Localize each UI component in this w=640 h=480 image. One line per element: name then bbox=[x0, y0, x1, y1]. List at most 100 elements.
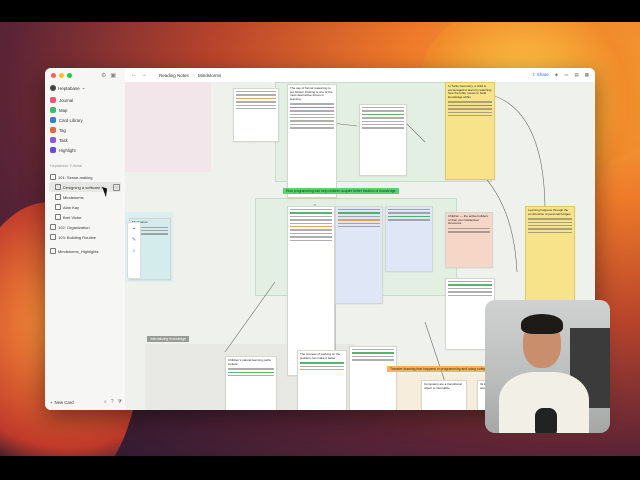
card-title: The process of working on the problem ca… bbox=[300, 352, 341, 360]
workspace-avatar bbox=[50, 85, 56, 91]
workspace-switcher[interactable]: Heptabase ⌄ bbox=[50, 85, 86, 91]
nav-item-card-library[interactable]: Card Library bbox=[49, 115, 121, 125]
text-line bbox=[352, 355, 394, 358]
text-line bbox=[290, 232, 332, 235]
section-title-banner[interactable]: How programming can help children acquir… bbox=[283, 188, 399, 194]
text-line bbox=[448, 287, 492, 290]
text-line bbox=[362, 120, 404, 122]
search-icon[interactable]: ⌕ bbox=[104, 399, 107, 405]
card[interactable] bbox=[335, 206, 383, 304]
microphone bbox=[535, 408, 557, 433]
nav-item-label: Card Library bbox=[59, 117, 83, 123]
text-line bbox=[290, 103, 334, 105]
tree-item-label: 102: Organization bbox=[58, 224, 90, 230]
card[interactable]: The process of working on the problem ca… bbox=[297, 350, 347, 410]
share-label: Share bbox=[536, 72, 549, 77]
nav-item-highlight[interactable]: Highlight bbox=[49, 145, 121, 155]
text-line bbox=[362, 110, 404, 112]
pen-tool-icon[interactable]: ✎ bbox=[132, 237, 136, 243]
new-card-button[interactable]: New Card bbox=[55, 400, 74, 405]
section-label: Heptabase Tutorial bbox=[50, 164, 82, 168]
sidebar-toggle-icon[interactable]: ▣ bbox=[110, 72, 116, 79]
filter-icon[interactable]: ⧩ bbox=[118, 399, 122, 405]
panel-icon[interactable]: ▤ bbox=[574, 72, 578, 78]
highlight-line bbox=[290, 106, 334, 109]
whiteboard-icon bbox=[55, 184, 61, 190]
whiteboard-icon bbox=[55, 214, 61, 220]
journal-icon bbox=[50, 97, 56, 103]
text-line bbox=[338, 215, 380, 218]
text-line bbox=[448, 114, 492, 117]
card[interactable]: The use of formal reasoning to put blust… bbox=[287, 84, 337, 198]
card[interactable]: Children's natural learning paths includ… bbox=[225, 356, 277, 410]
help-icon[interactable]: ? bbox=[111, 399, 114, 405]
text-line bbox=[290, 236, 332, 238]
text-line bbox=[352, 349, 394, 351]
layout-icon[interactable]: ▦ bbox=[585, 72, 589, 78]
card[interactable] bbox=[233, 88, 279, 142]
nav-item-map[interactable]: Map bbox=[49, 105, 121, 115]
card-title: Computers are a transitional object to i… bbox=[424, 382, 462, 390]
tree-item-active[interactable]: Designing a software f... ··· + bbox=[49, 182, 121, 192]
section-title-banner[interactable]: Transfer learning that happens in progra… bbox=[387, 366, 493, 372]
tree-item[interactable]: Alan Kay bbox=[49, 202, 121, 212]
highlight-line bbox=[300, 362, 344, 364]
whiteboard-icon bbox=[50, 248, 56, 254]
whiteboard-icon bbox=[55, 204, 61, 210]
nav-item-tag[interactable]: Tag bbox=[49, 125, 121, 135]
text-line bbox=[290, 113, 334, 115]
text-line bbox=[338, 209, 380, 211]
highlight-line bbox=[362, 113, 404, 116]
zoom-button[interactable] bbox=[67, 73, 72, 78]
nav-item-label: Map bbox=[59, 107, 68, 113]
select-tool-icon[interactable]: ⌖ bbox=[133, 226, 136, 232]
text-line bbox=[290, 120, 334, 122]
close-button[interactable] bbox=[51, 73, 56, 78]
tree-item-label: Bret Victor bbox=[63, 214, 82, 220]
sidebar-toolbar: ⚙ ▣ bbox=[101, 72, 116, 79]
card-icon[interactable]: ▭ bbox=[564, 72, 568, 78]
nav-item-label: Tag bbox=[59, 127, 66, 133]
forward-icon[interactable]: → bbox=[141, 72, 147, 78]
card[interactable] bbox=[385, 206, 433, 272]
card[interactable]: Children — the active builders of their … bbox=[445, 212, 493, 268]
text-line bbox=[448, 231, 490, 233]
add-icon[interactable]: + bbox=[113, 183, 120, 191]
text-line bbox=[352, 359, 394, 361]
text-line bbox=[290, 110, 334, 112]
card[interactable] bbox=[349, 346, 397, 410]
card[interactable]: In Turtle Geometry, a child is encourage… bbox=[445, 82, 495, 180]
highlight-line bbox=[338, 212, 380, 214]
search-tool-icon[interactable]: ⌕ bbox=[133, 248, 136, 254]
tree-item[interactable]: Mindstorms bbox=[49, 192, 121, 202]
section-title-banner[interactable]: Internalizing Knowledge bbox=[147, 336, 190, 342]
tree-item[interactable]: Bret Victor bbox=[49, 212, 121, 222]
text-line bbox=[362, 117, 404, 119]
breadcrumb-reading-notes[interactable]: Reading Notes bbox=[159, 73, 189, 78]
card[interactable]: Computers are a transitional object to i… bbox=[421, 380, 467, 410]
tree-item[interactable]: 103: Building Routine bbox=[49, 232, 121, 242]
nav-item-task[interactable]: Task bbox=[49, 135, 121, 145]
window-controls bbox=[51, 73, 72, 78]
text-line bbox=[362, 107, 404, 109]
highlight-line bbox=[228, 371, 274, 373]
minimize-button[interactable] bbox=[59, 73, 64, 78]
text-line bbox=[290, 229, 332, 231]
settings-icon[interactable]: ⚙ bbox=[101, 72, 106, 79]
tree-item[interactable]: 101: Sense-making bbox=[49, 172, 121, 182]
tree-item[interactable]: 102: Organization bbox=[49, 222, 121, 232]
breadcrumb-mindstorms[interactable]: Mindstorms bbox=[198, 73, 221, 78]
share-button[interactable]: ⇪ Share bbox=[532, 72, 549, 78]
highlight-line bbox=[290, 116, 334, 119]
layers-icon[interactable]: ◈ bbox=[555, 72, 558, 78]
nav-item-journal[interactable]: Journal bbox=[49, 95, 121, 105]
text-line bbox=[362, 123, 404, 126]
card-title: Learning happens through the constructio… bbox=[528, 208, 571, 216]
tree-item-label: Designing a software f... bbox=[63, 184, 106, 190]
back-icon[interactable]: ← bbox=[131, 72, 137, 78]
text-line bbox=[388, 219, 430, 221]
text-line bbox=[290, 222, 332, 224]
card[interactable] bbox=[359, 104, 407, 176]
tree-item[interactable]: Mindstorms_Highlights bbox=[49, 246, 121, 256]
text-line bbox=[236, 91, 276, 93]
